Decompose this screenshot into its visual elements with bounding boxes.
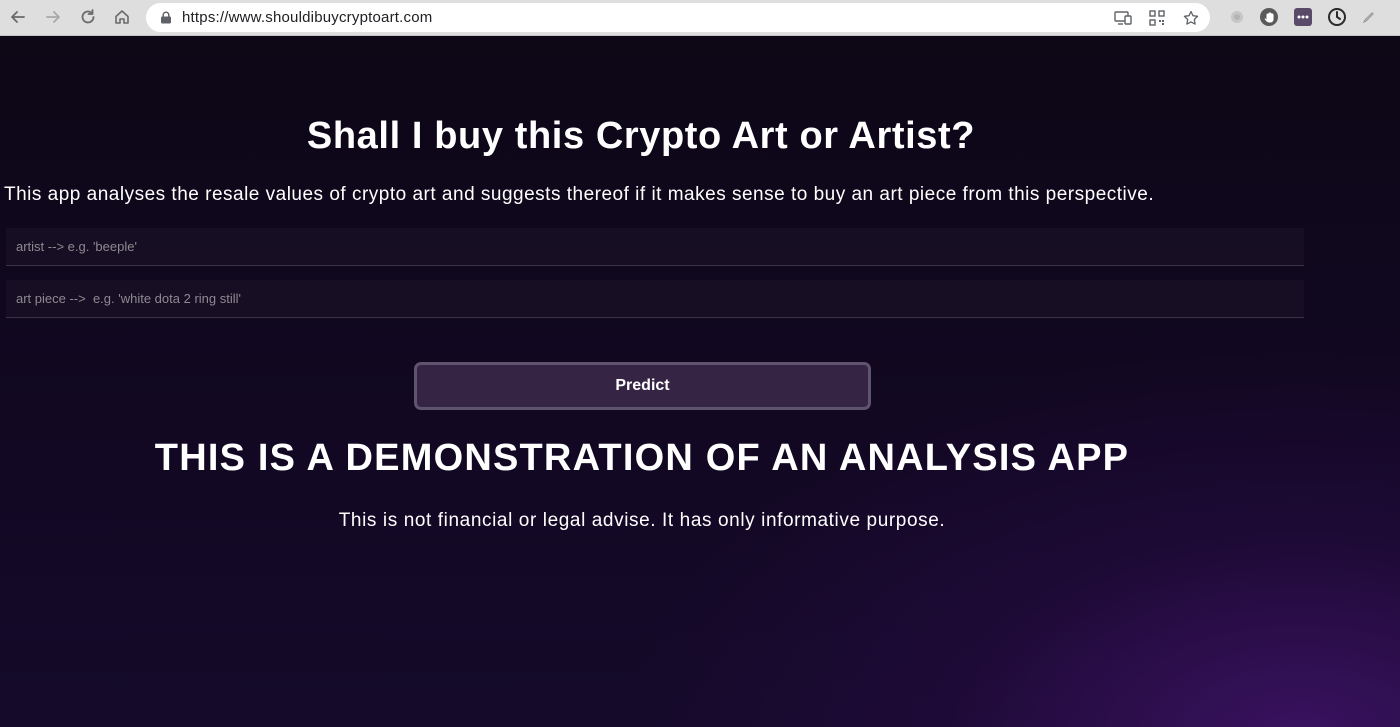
extension-menu-icon[interactable]	[1292, 6, 1314, 28]
forward-arrow-icon[interactable]	[41, 5, 65, 29]
cast-icon[interactable]	[1112, 7, 1134, 29]
extension-clock-icon[interactable]	[1326, 6, 1348, 28]
home-icon[interactable]	[110, 5, 134, 29]
artist-input[interactable]	[6, 228, 1304, 266]
back-arrow-icon[interactable]	[6, 5, 30, 29]
disclaimer-text: This is not financial or legal advise. I…	[338, 510, 946, 531]
demo-heading: THIS IS A DEMONSTRATION OF AN ANALYSIS A…	[154, 437, 1130, 479]
art-piece-input[interactable]	[6, 280, 1304, 318]
app-description: This app analyses the resale values of c…	[4, 184, 1155, 205]
qr-code-icon[interactable]	[1146, 7, 1168, 29]
extension-edit-icon[interactable]	[1358, 6, 1380, 28]
extension-hand-icon[interactable]	[1258, 6, 1280, 28]
reload-icon[interactable]	[76, 5, 100, 29]
page-title: Shall I buy this Crypto Art or Artist?	[306, 115, 976, 157]
page-body: Shall I buy this Crypto Art or Artist? T…	[0, 37, 1400, 727]
browser-toolbar: https://www.shouldibuycryptoart.com	[0, 0, 1400, 36]
extension-grey-icon[interactable]	[1226, 6, 1248, 28]
url-text: https://www.shouldibuycryptoart.com	[182, 9, 433, 26]
predict-button[interactable]: Predict	[414, 362, 871, 410]
star-icon[interactable]	[1180, 7, 1202, 29]
lock-icon	[161, 11, 171, 24]
address-bar[interactable]: https://www.shouldibuycryptoart.com	[146, 3, 1210, 32]
